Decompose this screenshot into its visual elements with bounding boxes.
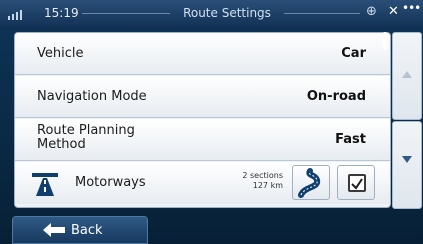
scroll-position-indicator (383, 32, 387, 50)
motorways-toggle-button[interactable] (337, 165, 375, 200)
arrow-up-icon (402, 71, 412, 78)
row-value: Fast (335, 132, 366, 147)
motorways-checkbox[interactable] (348, 174, 366, 192)
row-label: Vehicle (37, 46, 84, 61)
settings-list: Vehicle Car Navigation Mode On-road Rout… (14, 32, 391, 208)
clock: 15:19 (44, 6, 79, 20)
row-value: Car (341, 46, 366, 61)
motorways-stats: 2 sections 127 km (233, 171, 283, 191)
x-icon[interactable]: ✕ (388, 4, 399, 19)
title-rule-right (284, 13, 360, 14)
motorways-label: Motorways (75, 175, 146, 190)
app-frame: 15:19 Route Settings ⊕ ✕ ••• Vehicle Car… (0, 0, 423, 244)
status-bar: 15:19 Route Settings ⊕ ✕ ••• (0, 0, 423, 28)
sections-distance: 127 km (252, 181, 283, 190)
scroll-down-button[interactable] (392, 121, 422, 209)
back-label: Back (71, 223, 103, 238)
show-road-button[interactable] (292, 165, 330, 200)
row-route-planning-method[interactable]: Route Planning Method Fast (15, 119, 390, 161)
screen-title: Route Settings (183, 6, 271, 20)
checkmark-icon (351, 178, 363, 190)
row-value: On-road (306, 89, 366, 104)
signal-icon (8, 10, 22, 20)
row-vehicle[interactable]: Vehicle Car (15, 33, 390, 75)
road-icon (298, 168, 321, 198)
row-navigation-mode[interactable]: Navigation Mode On-road (15, 76, 390, 118)
motorway-icon (32, 173, 58, 196)
title-rule-left (82, 13, 170, 14)
row-motorways[interactable]: Motorways 2 sections 127 km (15, 162, 390, 204)
sections-count: 2 sections (242, 171, 283, 180)
gps-icon: ⊕ (366, 4, 377, 19)
scroll-up-button[interactable] (392, 32, 422, 120)
row-label: Navigation Mode (37, 89, 147, 104)
arrow-down-icon (402, 156, 412, 163)
dots-icon[interactable]: ••• (402, 1, 421, 15)
row-label: Route Planning Method (37, 123, 135, 152)
back-arrow-icon (43, 223, 65, 237)
back-button[interactable]: Back (12, 216, 148, 244)
